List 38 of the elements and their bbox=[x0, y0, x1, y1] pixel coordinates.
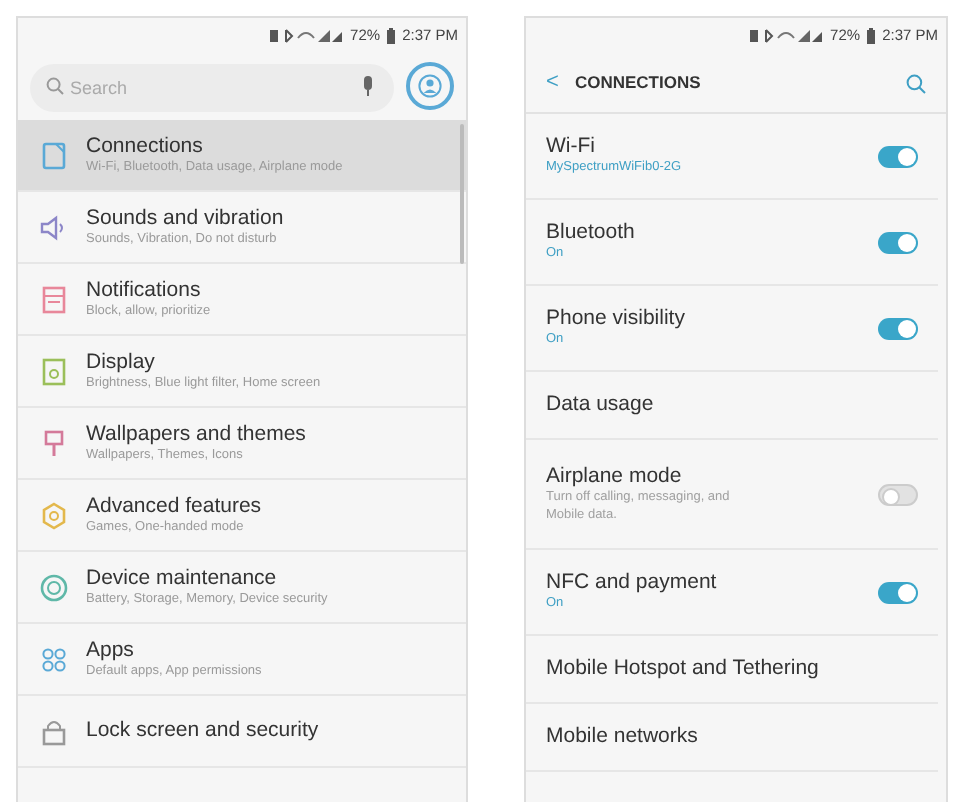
item-title: Lock screen and security bbox=[86, 717, 319, 745]
profile-button[interactable] bbox=[406, 62, 454, 110]
scrollbar bbox=[460, 124, 464, 264]
search-icon bbox=[906, 73, 926, 93]
lock-icon bbox=[38, 715, 70, 747]
item-title: Notifications bbox=[86, 277, 203, 304]
settings-item[interactable]: Lock screen and security bbox=[18, 696, 466, 768]
item-title: Bluetooth bbox=[546, 220, 637, 247]
toggle-switch[interactable] bbox=[878, 581, 918, 603]
item-title: Mobile Hotspot and Tethering bbox=[546, 655, 821, 683]
item-title: Display bbox=[86, 349, 157, 376]
item-title: Apps bbox=[86, 637, 136, 664]
item-title: Airplane mode bbox=[546, 464, 684, 490]
battery-icon bbox=[386, 28, 397, 44]
item-title: Wi-Fi bbox=[546, 134, 597, 160]
battery-icon bbox=[866, 28, 877, 44]
item-title: Sounds and vibration bbox=[86, 205, 284, 232]
microphone-icon bbox=[362, 76, 374, 96]
item-title: Advanced features bbox=[86, 493, 262, 520]
item-title: Device maintenance bbox=[86, 565, 279, 592]
item-title: Mobile networks bbox=[546, 723, 700, 751]
item-title: Phone visibility bbox=[546, 306, 687, 333]
toggle-switch[interactable] bbox=[878, 231, 918, 253]
item-title: NFC and payment bbox=[546, 570, 719, 597]
search-field[interactable]: Search bbox=[30, 62, 394, 110]
item-title: Data usage bbox=[546, 391, 656, 419]
settings-item[interactable]: Data usage bbox=[526, 372, 938, 440]
toggle-switch[interactable] bbox=[878, 317, 918, 339]
toggle-switch[interactable] bbox=[878, 483, 918, 505]
page-title: CONNECTIONS bbox=[574, 70, 703, 96]
item-title: Wallpapers and themes bbox=[86, 421, 306, 448]
status-icons-drawing bbox=[268, 28, 345, 44]
settings-item[interactable]: Mobile networks bbox=[526, 704, 938, 772]
status-icons-drawing bbox=[748, 28, 825, 44]
item-title: Connections bbox=[86, 133, 205, 160]
person-icon bbox=[418, 74, 442, 98]
settings-item[interactable]: Mobile Hotspot and Tethering bbox=[526, 636, 938, 704]
toggle-switch[interactable] bbox=[878, 145, 918, 167]
